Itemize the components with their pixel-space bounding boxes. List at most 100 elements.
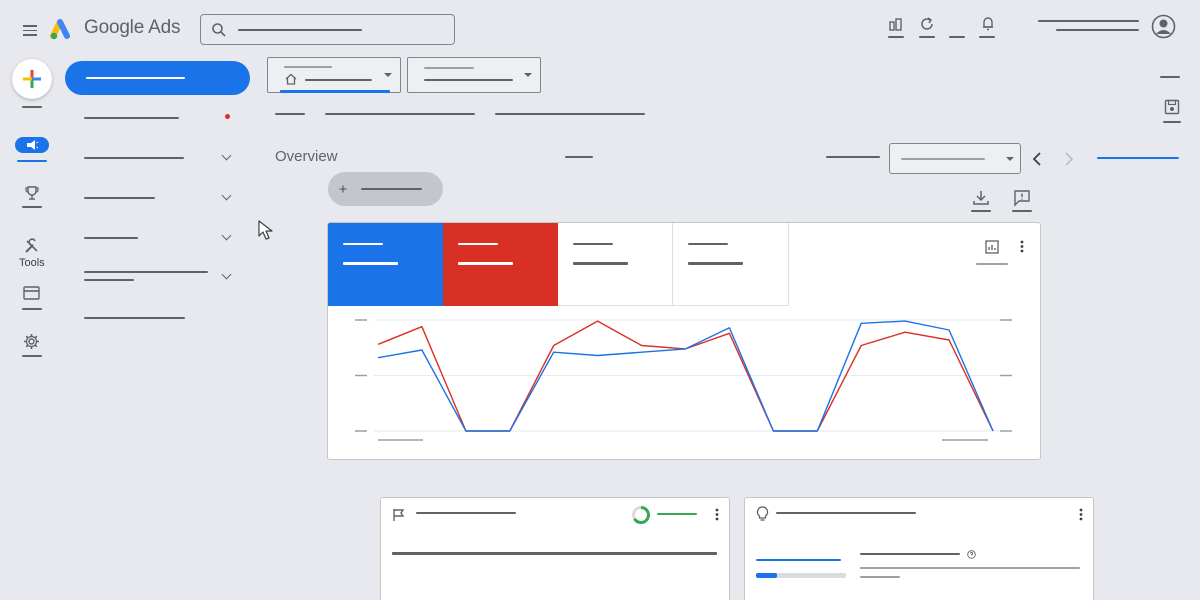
more-vert-icon[interactable] bbox=[715, 508, 719, 521]
nav-primary-label bbox=[86, 77, 185, 79]
chart-settings-icon[interactable] bbox=[985, 239, 1000, 254]
home-icon bbox=[285, 73, 297, 85]
chevron-down-icon[interactable] bbox=[221, 269, 232, 280]
search-icon bbox=[212, 23, 226, 37]
search-input[interactable] bbox=[200, 14, 455, 45]
google-ads-logo bbox=[50, 19, 70, 40]
gear-icon[interactable] bbox=[23, 333, 40, 350]
view-selector-caption bbox=[424, 67, 474, 69]
menu-icon[interactable] bbox=[23, 22, 37, 39]
performance-line-chart bbox=[355, 319, 1012, 441]
more-vert-icon[interactable] bbox=[1079, 508, 1083, 521]
metric-tile-4-value bbox=[688, 262, 743, 265]
series-line-2 bbox=[377, 320, 994, 432]
account-selector[interactable] bbox=[267, 57, 401, 93]
nav-item-5[interactable] bbox=[84, 271, 208, 273]
nav-item-1-alert-dot bbox=[225, 114, 230, 119]
date-range-value bbox=[901, 158, 985, 160]
plus-icon bbox=[23, 70, 41, 88]
nav-item-5-sub bbox=[84, 279, 134, 281]
help-underline[interactable] bbox=[949, 36, 965, 38]
recommendation-desc-line-2 bbox=[860, 576, 900, 578]
tools-label: Tools bbox=[19, 257, 45, 269]
optimization-score-label bbox=[756, 559, 841, 561]
breadcrumb-item-1[interactable] bbox=[275, 113, 305, 115]
nav-item-1[interactable] bbox=[84, 117, 179, 119]
plus-icon bbox=[339, 185, 347, 193]
nav-item-6[interactable] bbox=[84, 317, 185, 319]
nav-primary-item[interactable] bbox=[65, 61, 250, 95]
chart-settings-underline bbox=[976, 263, 1008, 265]
campaigns-label-line bbox=[17, 160, 47, 162]
account-name-line bbox=[1038, 20, 1139, 22]
notifications-icon[interactable] bbox=[980, 15, 996, 32]
feedback-underline bbox=[1012, 210, 1032, 212]
refresh-icon[interactable] bbox=[919, 16, 935, 32]
series-line-1 bbox=[377, 320, 994, 432]
recommendation-heading-line bbox=[860, 553, 960, 555]
nav-item-2[interactable] bbox=[84, 157, 184, 159]
chevron-down-icon[interactable] bbox=[221, 190, 232, 201]
refresh-underline bbox=[919, 36, 935, 38]
optimization-score-bar bbox=[756, 573, 846, 578]
reports-underline bbox=[888, 36, 904, 38]
add-filter-label bbox=[361, 188, 422, 190]
date-caption-line bbox=[826, 156, 880, 158]
breadcrumb-item-3[interactable] bbox=[495, 113, 645, 115]
account-selector-active-bar bbox=[280, 90, 390, 93]
date-range-selector[interactable] bbox=[889, 143, 1021, 174]
chevron-down-icon bbox=[384, 73, 392, 77]
trophy-icon[interactable] bbox=[24, 185, 40, 201]
recommendation-card-title bbox=[776, 512, 916, 514]
breadcrumb-item-2[interactable] bbox=[325, 113, 475, 115]
reports-icon[interactable] bbox=[888, 17, 904, 33]
metric-tile-4[interactable] bbox=[673, 223, 789, 306]
chevron-down-icon bbox=[524, 73, 532, 77]
nav-item-4[interactable] bbox=[84, 237, 138, 239]
page-title: Overview bbox=[275, 148, 338, 165]
help-icon[interactable] bbox=[967, 550, 976, 559]
save-icon[interactable] bbox=[1164, 99, 1180, 115]
create-button[interactable] bbox=[12, 59, 52, 99]
view-selector-value bbox=[424, 79, 513, 81]
chevron-right-icon[interactable] bbox=[1064, 152, 1074, 166]
overview-meta-line bbox=[565, 156, 593, 158]
download-icon[interactable] bbox=[972, 189, 990, 207]
download-underline bbox=[971, 210, 991, 212]
chevron-down-icon bbox=[1006, 157, 1014, 161]
metric-tile-3-value bbox=[573, 262, 628, 265]
progress-ring-icon bbox=[632, 506, 650, 524]
wrench-icon[interactable] bbox=[24, 238, 40, 254]
metric-tile-3[interactable] bbox=[558, 223, 673, 306]
metric-tile-2-label bbox=[458, 243, 498, 245]
nav-item-3[interactable] bbox=[84, 197, 155, 199]
metric-tile-1[interactable] bbox=[328, 223, 443, 306]
account-selector-value bbox=[305, 79, 372, 81]
collapse-line-icon[interactable] bbox=[1160, 76, 1180, 78]
app-title: Google Ads bbox=[84, 17, 181, 38]
rail-campaigns[interactable] bbox=[15, 137, 49, 153]
chevron-down-icon[interactable] bbox=[221, 150, 232, 161]
performance-card bbox=[327, 222, 1041, 460]
add-filter-button[interactable] bbox=[328, 172, 443, 206]
save-underline bbox=[1163, 121, 1181, 123]
view-selector[interactable] bbox=[407, 57, 541, 93]
lightbulb-icon bbox=[756, 506, 769, 521]
metric-tile-1-value bbox=[343, 262, 398, 265]
admin-label-line bbox=[22, 355, 42, 357]
feedback-icon[interactable] bbox=[1013, 189, 1031, 207]
credit-card-icon[interactable] bbox=[23, 286, 40, 300]
metric-tile-2[interactable] bbox=[443, 223, 558, 306]
account-id-line bbox=[1056, 29, 1139, 31]
chevron-left-icon[interactable] bbox=[1032, 152, 1042, 166]
flag-icon bbox=[393, 509, 405, 521]
account-avatar-icon[interactable] bbox=[1151, 14, 1176, 39]
optimization-score-fill bbox=[756, 573, 777, 578]
megaphone-icon bbox=[27, 140, 39, 150]
chevron-down-icon[interactable] bbox=[221, 230, 232, 241]
status-card bbox=[380, 497, 730, 600]
status-card-score bbox=[657, 513, 697, 515]
recommendation-card bbox=[744, 497, 1094, 600]
date-link-line[interactable] bbox=[1097, 157, 1179, 159]
more-vert-icon[interactable] bbox=[1020, 240, 1024, 253]
